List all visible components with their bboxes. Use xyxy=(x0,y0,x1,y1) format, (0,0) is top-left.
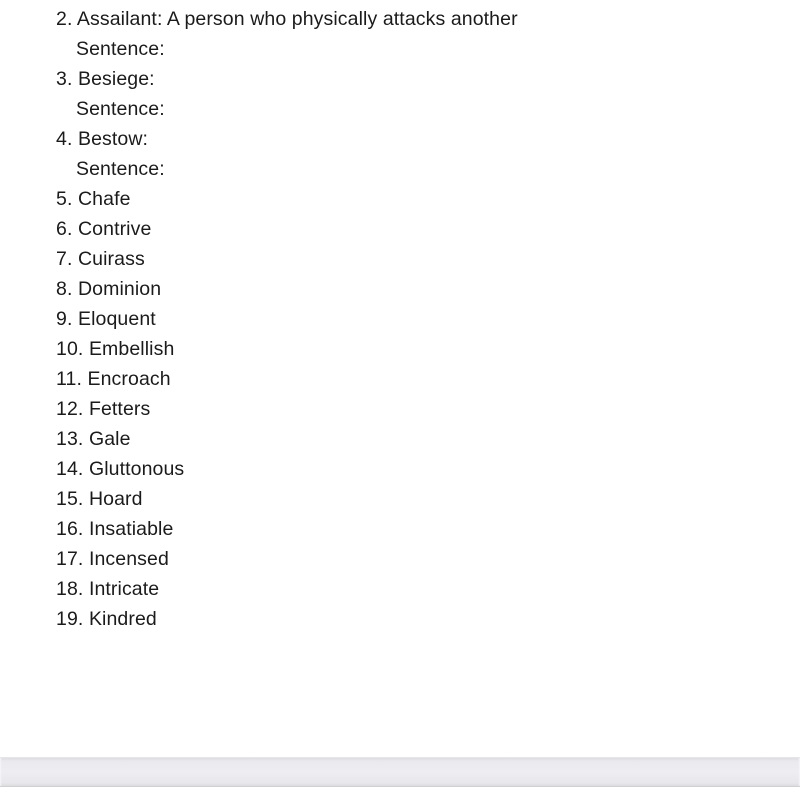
list-item-number: 18. xyxy=(56,578,84,600)
vocabulary-list-item: 2. Assailant: A person who physically at… xyxy=(0,4,800,34)
list-item-text: Besiege: xyxy=(78,68,155,90)
list-item-text: Cuirass xyxy=(78,248,145,270)
list-item-number: 13. xyxy=(56,428,84,450)
vocabulary-list-item: 14. Gluttonous xyxy=(0,454,800,484)
list-item-text: Bestow: xyxy=(78,128,149,150)
bottom-toolbar-strip[interactable] xyxy=(0,757,800,787)
vocabulary-list-item: 19. Kindred xyxy=(0,604,800,634)
vocabulary-list-item: 11. Encroach xyxy=(0,364,800,394)
list-item-text: Hoard xyxy=(88,488,143,510)
list-item-number: 12. xyxy=(56,398,84,420)
vocabulary-list-item: 17. Incensed xyxy=(0,544,800,574)
list-item-number: 2. xyxy=(56,8,73,30)
vocabulary-list-item: 6. Contrive xyxy=(0,214,800,244)
list-item-number: 9. xyxy=(56,308,73,330)
list-item-text: Dominion xyxy=(78,278,162,300)
list-item-number: 10. xyxy=(56,338,84,360)
vocabulary-list-item: 5. Chafe xyxy=(0,184,800,214)
vocabulary-list-item: 13. Gale xyxy=(0,424,800,454)
list-item-number: 11. xyxy=(56,368,82,390)
list-item-text: Assailant: A person who physically attac… xyxy=(76,8,518,30)
sentence-prompt-label: Sentence: xyxy=(76,158,165,180)
sentence-prompt-line: Sentence: xyxy=(0,154,800,184)
document-page: 2. Assailant: A person who physically at… xyxy=(0,0,800,800)
vocabulary-list-item: 4. Bestow: xyxy=(0,124,800,154)
list-item-text: Embellish xyxy=(88,338,175,360)
list-item-number: 3. xyxy=(56,68,73,90)
list-item-number: 5. xyxy=(56,188,73,210)
list-item-text: Intricate xyxy=(88,578,160,600)
list-item-text: Insatiable xyxy=(88,518,174,540)
list-item-text: Eloquent xyxy=(78,308,156,330)
sentence-prompt-label: Sentence: xyxy=(76,38,165,60)
list-item-text: Incensed xyxy=(88,548,169,570)
list-item-number: 7. xyxy=(56,248,73,270)
vocabulary-list-item: 12. Fetters xyxy=(0,394,800,424)
vocabulary-list-item: 15. Hoard xyxy=(0,484,800,514)
toolbar-left-edge xyxy=(0,758,2,786)
list-item-number: 14. xyxy=(56,458,84,480)
list-item-text: Gale xyxy=(88,428,131,450)
list-item-text: Chafe xyxy=(78,188,131,210)
sentence-prompt-line: Sentence: xyxy=(0,94,800,124)
sentence-prompt-line: Sentence: xyxy=(0,34,800,64)
list-item-number: 17. xyxy=(56,548,84,570)
vocabulary-list-item: 7. Cuirass xyxy=(0,244,800,274)
list-item-text: Kindred xyxy=(88,608,157,630)
vocabulary-worksheet-body: 2. Assailant: A person who physically at… xyxy=(0,0,800,634)
list-item-text: Gluttonous xyxy=(88,458,185,480)
list-item-text: Fetters xyxy=(88,398,151,420)
vocabulary-list-item: 10. Embellish xyxy=(0,334,800,364)
vocabulary-list-item: 18. Intricate xyxy=(0,574,800,604)
vocabulary-list-item: 3. Besiege: xyxy=(0,64,800,94)
list-item-number: 6. xyxy=(56,218,73,240)
list-item-text: Encroach xyxy=(87,368,171,390)
vocabulary-list-item: 9. Eloquent xyxy=(0,304,800,334)
list-item-number: 19. xyxy=(56,608,84,630)
list-item-number: 15. xyxy=(56,488,84,510)
vocabulary-list-item: 16. Insatiable xyxy=(0,514,800,544)
list-item-text: Contrive xyxy=(78,218,152,240)
list-item-number: 8. xyxy=(56,278,73,300)
sentence-prompt-label: Sentence: xyxy=(76,98,165,120)
vocabulary-list-item: 8. Dominion xyxy=(0,274,800,304)
list-item-number: 16. xyxy=(56,518,84,540)
vocabulary-list: 2. Assailant: A person who physically at… xyxy=(0,4,800,634)
list-item-number: 4. xyxy=(56,128,73,150)
